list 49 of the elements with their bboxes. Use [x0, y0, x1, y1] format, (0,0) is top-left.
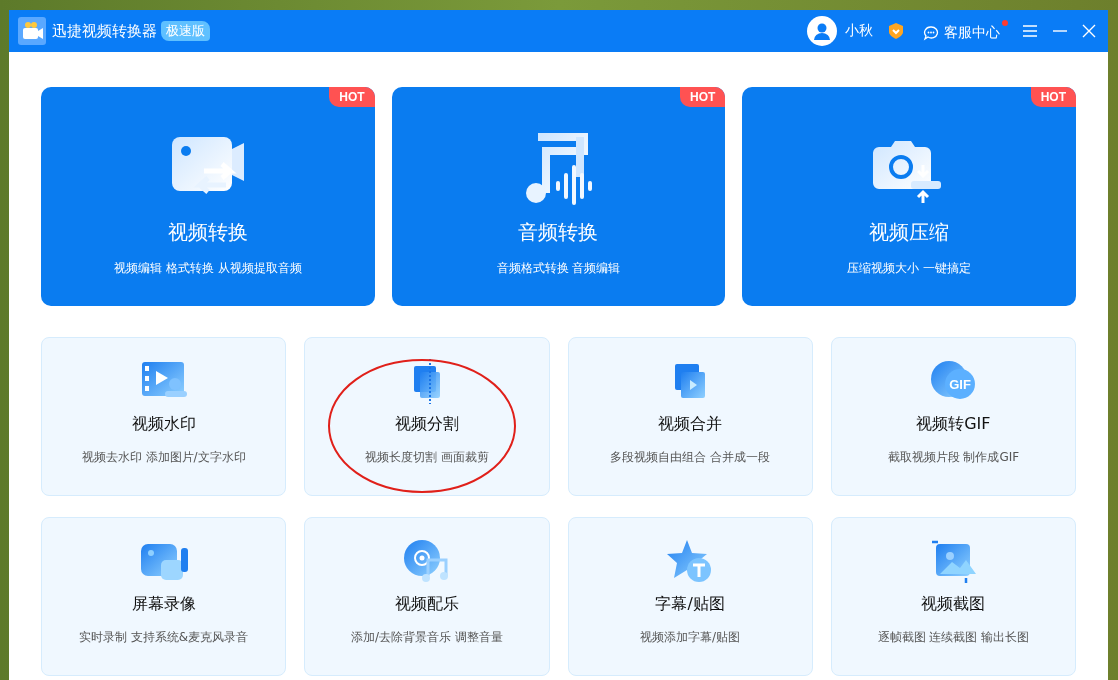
tool-card[interactable]: 字幕/贴图 视频添加字幕/贴图: [567, 517, 813, 676]
tool-title: 视频合并: [658, 414, 723, 435]
close-button[interactable]: [1082, 24, 1096, 38]
menu-button[interactable]: [1022, 24, 1038, 38]
tool-card[interactable]: 视频水印 视频去水印 添加图片/文字水印: [41, 337, 287, 496]
chat-bubble-icon: [923, 25, 939, 41]
edition-badge: 极速版: [161, 21, 210, 41]
tool-title: 视频分割: [394, 414, 459, 435]
window-title: 迅捷视频转换器: [52, 21, 157, 41]
tool-card[interactable]: 视频分割 视频长度切割 画面裁剪: [304, 337, 550, 496]
tool-subtitle: 实时录制 支持系统&麦克风录音: [79, 629, 249, 646]
tool-card[interactable]: 视频合并 多段视频自由组合 合并成一段: [567, 337, 813, 496]
tool-card[interactable]: 屏幕录像 实时录制 支持系统&麦克风录音: [41, 517, 287, 676]
feature-subtitle: 音频格式转换 音频编辑: [496, 260, 621, 277]
hot-badge: HOT: [1030, 87, 1076, 107]
hot-badge: HOT: [329, 87, 375, 107]
close-icon: [1082, 24, 1096, 38]
feature-card[interactable]: HOT 视频转换 视频编辑 格式转换 从视频提取音频: [41, 87, 375, 306]
tool-card[interactable]: 视频配乐 添加/去除背景音乐 调整音量: [304, 517, 550, 676]
tool-title: 视频水印: [131, 414, 196, 435]
feature-title: 视频压缩: [869, 219, 950, 246]
feature-card[interactable]: HOT 视频压缩 压缩视频大小 一键搞定: [742, 87, 1076, 306]
support-link[interactable]: 客服中心: [923, 20, 1008, 42]
tool-card[interactable]: GIF 视频转GIF 截取视频片段 制作成GIF: [830, 337, 1076, 496]
tool-subtitle: 视频添加字幕/贴图: [640, 629, 741, 646]
tool-title: 视频截图: [921, 594, 986, 615]
tool-subtitle: 逐帧截图 连续截图 输出长图: [877, 629, 1030, 646]
user-name: 小秋: [845, 22, 873, 40]
user-silhouette-icon: [812, 21, 832, 41]
vip-shield-icon[interactable]: [887, 22, 905, 40]
feature-subtitle: 视频编辑 格式转换 从视频提取音频: [114, 260, 302, 277]
feature-subtitle: 压缩视频大小 一键搞定: [847, 260, 972, 277]
tool-title: 字幕/贴图: [655, 594, 725, 615]
user-avatar[interactable]: [807, 16, 837, 46]
tool-card[interactable]: 视频截图 逐帧截图 连续截图 输出长图: [830, 517, 1076, 676]
feature-card[interactable]: HOT 音频转换 音频格式转换 音频编辑: [391, 87, 726, 306]
app-logo-icon: [18, 17, 46, 45]
tool-subtitle: 截取视频片段 制作成GIF: [887, 449, 1020, 466]
tool-subtitle: 添加/去除背景音乐 调整音量: [350, 629, 503, 646]
menu-icon: [1022, 24, 1038, 38]
hot-badge: HOT: [680, 87, 726, 107]
feature-title: 音频转换: [518, 219, 599, 246]
tool-title: 屏幕录像: [131, 594, 196, 615]
tool-title: 视频转GIF: [916, 414, 991, 435]
tool-subtitle: 视频长度切割 画面裁剪: [364, 449, 489, 466]
tool-subtitle: 视频去水印 添加图片/文字水印: [81, 449, 246, 466]
tool-subtitle: 多段视频自由组合 合并成一段: [610, 449, 771, 466]
feature-title: 视频转换: [167, 219, 248, 246]
tool-title: 视频配乐: [394, 594, 459, 615]
